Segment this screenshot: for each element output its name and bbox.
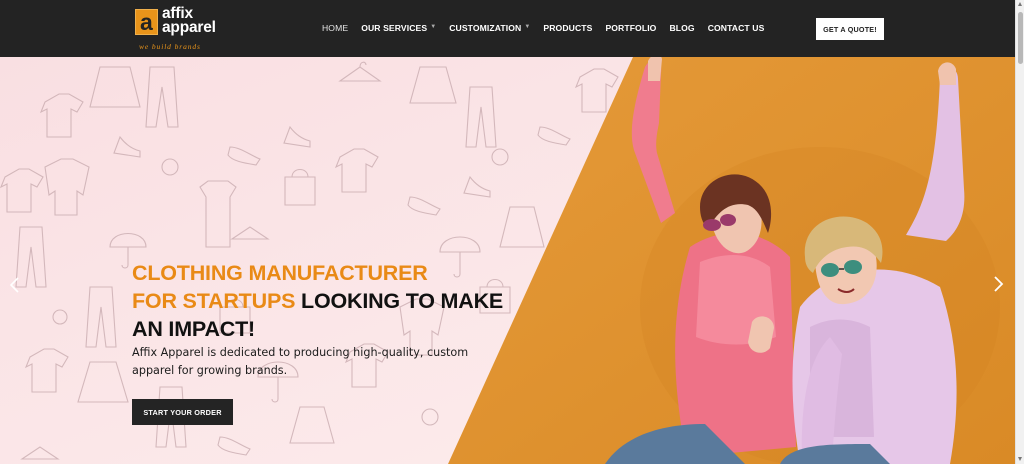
site-header: a affix apparel we build brands HOME OUR…	[0, 0, 1015, 57]
headline-line-3: AN IMPACT!	[132, 317, 256, 341]
headline-line-1: CLOTHING MANUFACTURER	[132, 261, 428, 285]
nav-item-contact-us[interactable]: CONTACT US	[708, 23, 765, 33]
hero-slider: CLOTHING MANUFACTURER FOR STARTUPS LOOKI…	[0, 57, 1015, 464]
get-a-quote-button[interactable]: GET A QUOTE!	[816, 18, 884, 40]
scroll-down-icon[interactable]	[1018, 457, 1022, 461]
chevron-down-icon: ▼	[524, 24, 531, 30]
scrollbar-thumb[interactable]	[1018, 12, 1023, 64]
scroll-up-icon[interactable]	[1018, 2, 1022, 6]
nav-item-our-services[interactable]: OUR SERVICES ▼	[361, 23, 436, 33]
nav-item-home[interactable]: HOME	[322, 23, 348, 33]
nav-item-products[interactable]: PRODUCTS	[543, 23, 592, 33]
headline-line-2: FOR STARTUPS LOOKING TO MAKE	[132, 289, 504, 313]
brand-tagline: we build brands	[139, 42, 201, 51]
chevron-right-icon[interactable]	[991, 275, 1005, 293]
brand-logo[interactable]: a affix apparel we build brands	[135, 5, 231, 53]
start-your-order-button[interactable]: START YOUR ORDER	[132, 399, 233, 425]
chevron-left-icon[interactable]	[8, 276, 22, 294]
page-scrollbar[interactable]	[1015, 0, 1024, 464]
nav-item-blog[interactable]: BLOG	[669, 23, 694, 33]
logo-mark-icon: a	[135, 9, 158, 35]
hero-subtitle: Affix Apparel is dedicated to producing …	[132, 346, 469, 377]
nav-item-customization[interactable]: CUSTOMIZATION ▼	[449, 23, 530, 33]
main-nav: HOME OUR SERVICES ▼ CUSTOMIZATION ▼ PRODUC…	[322, 23, 777, 33]
hero-headline: CLOTHING MANUFACTURER FOR STARTUPS LOOKI…	[132, 259, 512, 343]
brand-name: affix apparel	[162, 5, 216, 36]
chevron-down-icon: ▼	[430, 24, 437, 30]
nav-item-portfolio[interactable]: PORTFOLIO	[605, 23, 656, 33]
